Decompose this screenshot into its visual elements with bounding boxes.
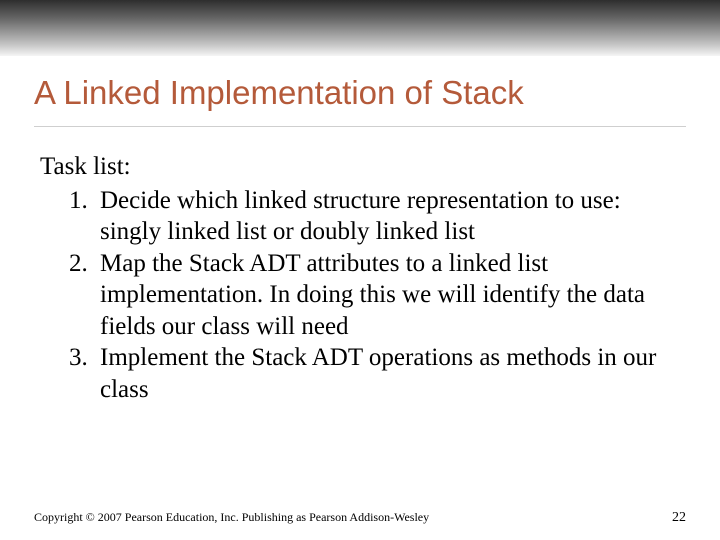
slide-body: Task list: Decide which linked structure…: [0, 127, 720, 405]
slide: A Linked Implementation of Stack Task li…: [0, 0, 720, 540]
task-list: Decide which linked structure representa…: [40, 185, 672, 406]
task-list-heading: Task list:: [40, 151, 672, 183]
task-item: Implement the Stack ADT operations as me…: [94, 342, 672, 405]
slide-title: A Linked Implementation of Stack: [0, 56, 720, 118]
copyright-text: Copyright © 2007 Pearson Education, Inc.…: [34, 510, 429, 525]
task-item: Decide which linked structure representa…: [94, 185, 672, 248]
task-item: Map the Stack ADT attributes to a linked…: [94, 248, 672, 343]
page-number: 22: [672, 510, 686, 526]
slide-footer: Copyright © 2007 Pearson Education, Inc.…: [34, 510, 686, 526]
top-gradient-bar: [0, 0, 720, 56]
